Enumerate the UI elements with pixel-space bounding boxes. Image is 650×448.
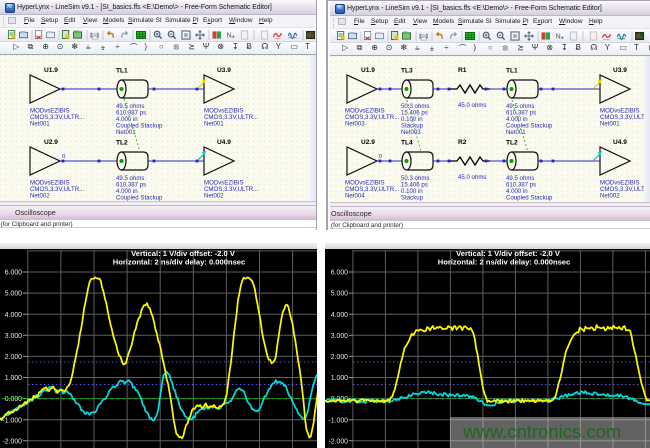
svg-text:TL3: TL3 <box>401 68 413 75</box>
svg-text:45.0 ohms: 45.0 ohms <box>458 174 486 181</box>
svg-text:3.000: 3.000 <box>5 333 22 340</box>
svg-text:6.000: 6.000 <box>5 270 22 277</box>
svg-text:U1.9: U1.9 <box>361 67 375 74</box>
svg-text:1.000: 1.000 <box>5 375 22 382</box>
svg-text:Net001: Net001 <box>600 121 620 128</box>
svg-text:5.000: 5.000 <box>331 291 348 298</box>
svg-text:Net001: Net001 <box>116 129 136 136</box>
svg-text:Net001: Net001 <box>30 121 50 128</box>
svg-text:TL2: TL2 <box>116 140 128 147</box>
svg-text:-1.000: -1.000 <box>328 417 348 424</box>
svg-text:TL2: TL2 <box>506 140 518 147</box>
svg-text:0: 0 <box>62 154 65 160</box>
svg-text:N: N <box>227 31 232 40</box>
svg-text:TL1: TL1 <box>506 68 518 75</box>
svg-text:0: 0 <box>379 154 382 160</box>
svg-text:Net002: Net002 <box>600 193 620 200</box>
svg-text:5.000: 5.000 <box>5 291 22 298</box>
svg-text:U4.9: U4.9 <box>217 139 231 146</box>
svg-text:Net003: Net003 <box>401 129 421 136</box>
svg-text:0.000: 0.000 <box>5 396 22 403</box>
svg-text:U2.9: U2.9 <box>44 139 58 146</box>
svg-text:2.000: 2.000 <box>5 354 22 361</box>
svg-text:U1.9: U1.9 <box>44 67 58 74</box>
svg-text:-2.000: -2.000 <box>2 438 22 445</box>
svg-text:3.000: 3.000 <box>331 333 348 340</box>
svg-text:Net002: Net002 <box>30 193 50 200</box>
svg-text:TL4: TL4 <box>401 140 413 147</box>
svg-text:4.000: 4.000 <box>5 312 22 319</box>
svg-text:-1.000: -1.000 <box>2 417 22 424</box>
svg-text:Net001: Net001 <box>204 121 224 128</box>
svg-text:Horizontal: 2 ns/div delay: 0: Horizontal: 2 ns/div delay: 0.000nsec <box>113 258 246 267</box>
svg-text:-2.000: -2.000 <box>328 438 348 445</box>
svg-text:1.000: 1.000 <box>331 375 348 382</box>
svg-text:U2.9: U2.9 <box>361 139 375 146</box>
svg-text:Horizontal: 2 ns/div delay: 0: Horizontal: 2 ns/div delay: 0.000nsec <box>438 258 571 267</box>
svg-text:U3.9: U3.9 <box>217 67 231 74</box>
svg-text:Net001: Net001 <box>506 129 526 136</box>
svg-text:45.0 ohms: 45.0 ohms <box>458 102 486 109</box>
svg-text:R1: R1 <box>458 67 467 74</box>
svg-text:Net003: Net003 <box>345 121 365 128</box>
svg-text:4.000: 4.000 <box>331 312 348 319</box>
svg-text:R2: R2 <box>458 139 467 146</box>
svg-text:6.000: 6.000 <box>331 270 348 277</box>
svg-text:U3.9: U3.9 <box>613 67 627 74</box>
svg-text:2.000: 2.000 <box>331 354 348 361</box>
svg-text:U4.9: U4.9 <box>613 139 627 146</box>
svg-text:TL1: TL1 <box>116 68 128 75</box>
svg-text:Net002: Net002 <box>204 193 224 200</box>
svg-text:Net004: Net004 <box>345 193 365 200</box>
svg-text:N: N <box>556 32 561 41</box>
